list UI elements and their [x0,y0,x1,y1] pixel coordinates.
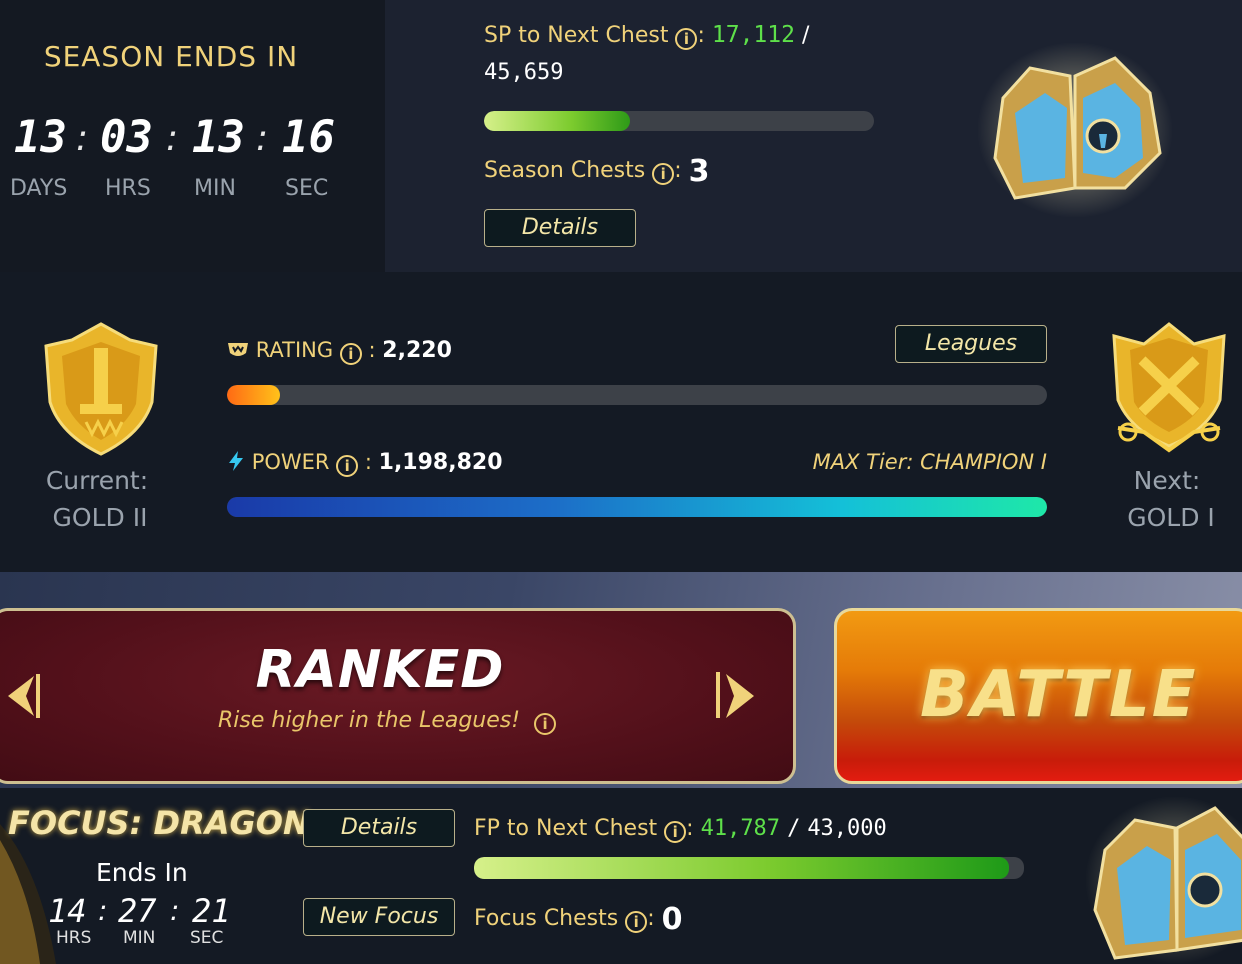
gold-league-shield-icon[interactable] [42,322,160,456]
focus-min-label: MIN [123,928,156,948]
battle-label: BATTLE [920,658,1198,732]
season-sec-value: 16 [282,112,335,163]
fp-current: 41,787 [700,816,781,841]
countdown-separator: : [98,894,108,927]
sec-label: SEC [285,176,329,201]
countdown-separator: : [166,118,179,159]
fp-target: 43,000 [807,816,887,841]
countdown-separator: : [76,118,89,159]
lightning-icon [227,450,245,472]
focus-hrs-value: 14 [48,892,87,930]
new-focus-button[interactable]: New Focus [303,898,455,936]
rating-text: RATING i : 2,220 [227,338,452,365]
focus-sec-value: 21 [192,892,231,930]
sp-label: SP to Next Chest [484,23,669,48]
focus-chest-icon[interactable] [1085,790,1242,964]
rating-label: RATING [255,338,334,362]
season-ends-title: SEASON ENDS IN [43,40,299,73]
fp-progress-fill [474,857,1009,879]
info-icon[interactable]: i [664,821,687,843]
sp-progress-bar [484,111,874,131]
power-text: POWER i : 1,198,820 [227,450,503,477]
fp-progress-bar [474,857,1024,879]
power-progress-fill [227,497,1047,517]
focus-details-button[interactable]: Details [303,809,455,847]
info-icon[interactable]: i [339,343,362,365]
season-chests-text: Season Chests i: 3 [484,154,710,189]
fp-progress-text: FP to Next Chest i: 41,787 / 43,000 [474,816,887,843]
power-progress-bar [227,497,1047,517]
sp-progress-fill [484,111,631,131]
focus-min-value: 27 [118,892,157,930]
season-days-value: 13 [14,112,67,163]
season-min-value: 13 [192,112,245,163]
min-label: MIN [194,176,236,201]
hrs-label: HRS [105,176,151,201]
rating-progress-bar [227,385,1047,405]
sp-slash: / [801,23,810,48]
power-label: POWER [251,450,330,474]
current-tier: GOLD II [52,503,148,532]
arrow-right-icon[interactable] [716,668,758,724]
focus-ends-in-label: Ends In [96,858,188,887]
fp-label: FP to Next Chest [474,816,658,841]
mode-subtitle-text: Rise higher in the Leagues! [218,708,521,733]
sp-target: 45,659 [484,60,564,85]
rating-crest-icon [227,340,249,358]
info-icon[interactable]: i [625,911,648,933]
mode-subtitle: Rise higher in the Leagues! i [218,708,557,735]
sp-progress-text: SP to Next Chest i: 17,112 / [484,22,810,50]
rating-progress-fill [227,385,281,405]
max-tier-text: MAX Tier: CHAMPION I [812,450,1047,474]
season-details-button[interactable]: Details [484,209,636,247]
next-label: Next: [1133,466,1201,495]
focus-sec-label: SEC [190,928,224,948]
sp-current: 17,112 [711,22,795,48]
focus-chests-label: Focus Chests [474,906,619,931]
countdown-separator: : [170,894,180,927]
leagues-button[interactable]: Leagues [895,325,1047,363]
current-label: Current: [45,466,149,495]
mode-title: RANKED [255,640,505,700]
season-chests-value: 3 [688,154,710,189]
fp-slash: / [787,816,801,841]
next-tier: GOLD I [1127,503,1215,532]
focus-chests-text: Focus Chests i: 0 [474,902,683,937]
info-icon[interactable]: i [534,713,557,735]
rating-value: 2,220 [382,338,452,363]
season-hrs-value: 03 [100,112,153,163]
countdown-separator: : [256,118,269,159]
season-chest-icon[interactable] [975,38,1175,218]
info-icon[interactable]: i [336,455,359,477]
days-label: DAYS [10,176,68,201]
focus-chests-value: 0 [661,902,683,937]
focus-hrs-label: HRS [56,928,92,948]
info-icon[interactable]: i [675,28,698,50]
gold-league-next-shield-icon[interactable] [1104,320,1234,458]
power-value: 1,198,820 [378,450,503,475]
season-chests-label: Season Chests [484,158,646,183]
focus-title: FOCUS: DRAGON [8,804,310,842]
info-icon[interactable]: i [652,163,675,185]
